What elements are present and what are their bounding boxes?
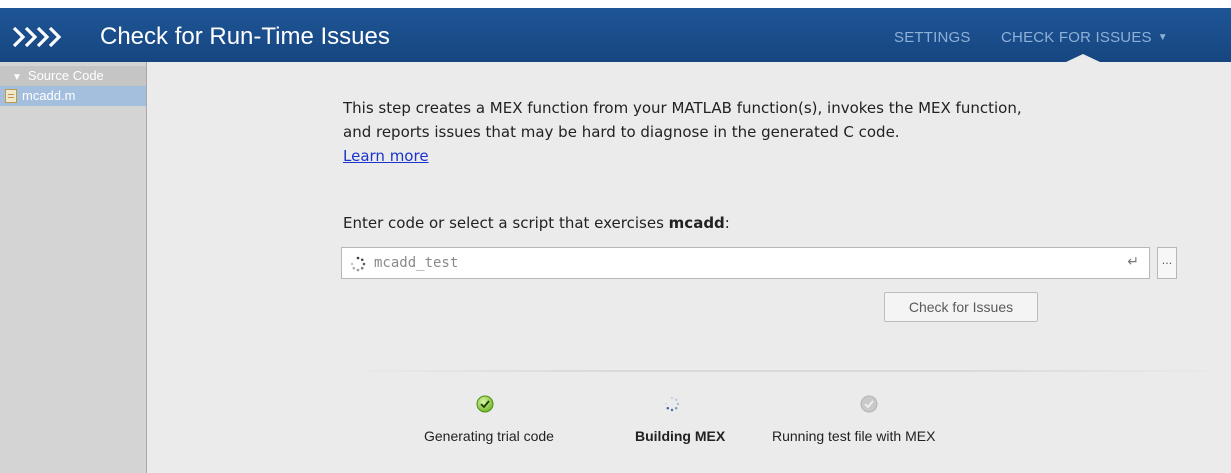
caret-down-icon: ▼ bbox=[1157, 32, 1168, 43]
check-for-issues-nav-label: CHECK FOR ISSUES bbox=[1001, 29, 1152, 46]
step-running-test-file: Running test file with MEX bbox=[772, 428, 936, 444]
sidebar-item-mcadd[interactable]: mcadd.m bbox=[0, 86, 146, 106]
workflow-logo-icon bbox=[12, 26, 62, 48]
check-for-issues-nav-button[interactable]: CHECK FOR ISSUES ▼ bbox=[1001, 29, 1168, 46]
description-text: This step creates a MEX function from yo… bbox=[343, 99, 1022, 141]
browse-button[interactable]: ... bbox=[1157, 247, 1177, 279]
sidebar: ▼ Source Code mcadd.m bbox=[0, 62, 147, 473]
script-prompt: Enter code or select a script that exerc… bbox=[343, 214, 730, 232]
main-panel: This step creates a MEX function from yo… bbox=[147, 62, 1231, 473]
test-script-input[interactable]: mcadd_test ↵ bbox=[341, 247, 1150, 279]
spinner-icon bbox=[664, 396, 680, 412]
loading-spinner-icon bbox=[350, 256, 366, 272]
prompt-prefix: Enter code or select a script that exerc… bbox=[343, 214, 669, 232]
function-name: mcadd bbox=[668, 214, 725, 232]
enter-return-icon: ↵ bbox=[1127, 254, 1139, 270]
learn-more-link[interactable]: Learn more bbox=[343, 147, 429, 165]
top-strip bbox=[0, 0, 1231, 8]
source-code-section[interactable]: ▼ Source Code bbox=[0, 66, 146, 86]
header-bar: Check for Run-Time Issues SETTINGS CHECK… bbox=[0, 8, 1231, 62]
step-building-mex: Building MEX bbox=[635, 428, 726, 444]
check-circle-icon bbox=[860, 395, 878, 413]
check-for-issues-button[interactable]: Check for Issues bbox=[884, 292, 1038, 322]
step-description: This step creates a MEX function from yo… bbox=[343, 96, 1043, 168]
source-code-label: Source Code bbox=[27, 68, 104, 83]
divider bbox=[341, 370, 1231, 372]
test-script-value: mcadd_test bbox=[374, 255, 459, 271]
matlab-file-icon bbox=[5, 89, 17, 103]
prompt-suffix: : bbox=[724, 214, 730, 232]
step-generating-trial-code: Generating trial code bbox=[424, 428, 554, 444]
settings-nav-button[interactable]: SETTINGS bbox=[894, 29, 971, 46]
active-tab-pointer bbox=[1066, 54, 1100, 62]
sidebar-item-label: mcadd.m bbox=[22, 88, 76, 103]
page-title: Check for Run-Time Issues bbox=[100, 23, 390, 50]
check-circle-icon bbox=[476, 395, 494, 413]
triangle-down-icon: ▼ bbox=[12, 72, 22, 83]
